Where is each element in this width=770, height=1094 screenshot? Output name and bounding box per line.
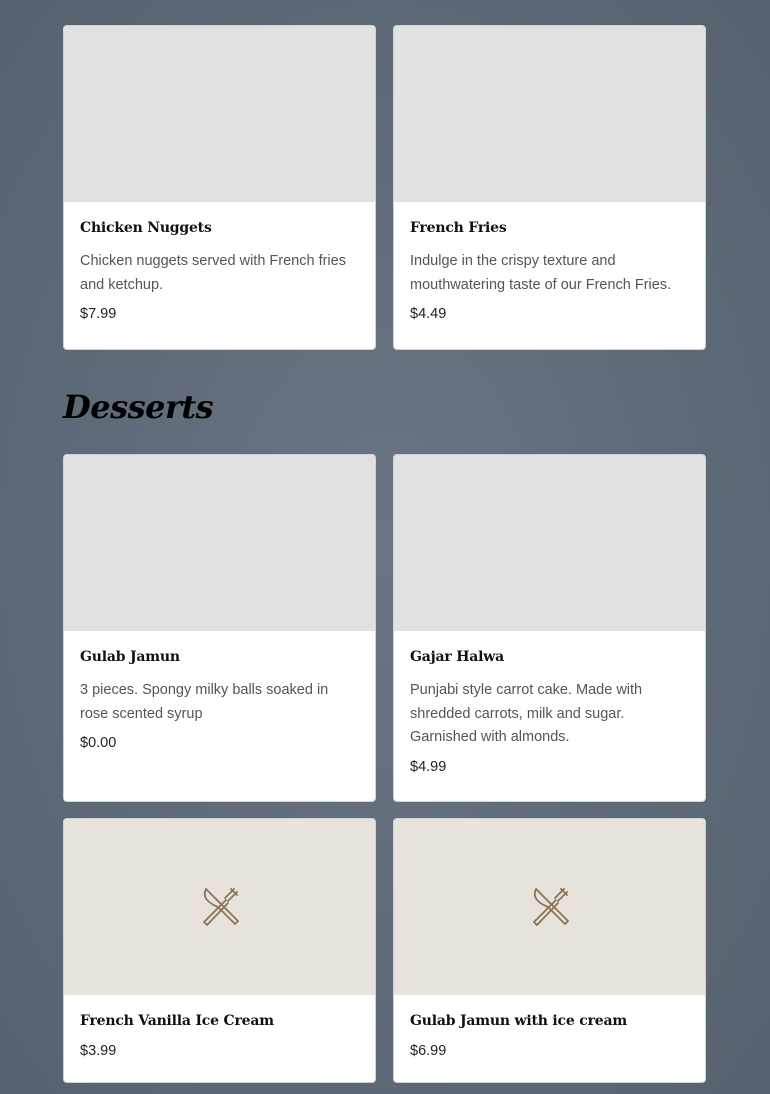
item-image [394,26,705,202]
item-price: $4.49 [410,306,447,322]
item-name: Gulab Jamun [80,649,180,665]
item-name: Gulab Jamun with ice cream [410,1013,627,1029]
menu-item-card[interactable]: French Fries Indulge in the crispy textu… [393,25,706,350]
item-image-placeholder [394,819,705,995]
section-title: Desserts [63,388,214,426]
menu-item-card[interactable]: Chicken Nuggets Chicken nuggets served w… [63,25,376,350]
menu-item-card[interactable]: Gajar Halwa Punjabi style carrot cake. M… [393,454,706,802]
fork-knife-icon [202,888,239,926]
item-price: $3.99 [80,1043,117,1059]
item-price: $6.99 [410,1043,447,1059]
item-price: $0.00 [80,735,117,751]
item-price: $7.99 [80,306,117,322]
item-image [64,455,375,631]
item-description: Punjabi style carrot cake. Made with shr… [410,682,643,745]
menu-item-card[interactable]: French Vanilla Ice Cream $3.99 [63,818,376,1083]
item-name: French Vanilla Ice Cream [80,1013,274,1029]
item-description: 3 pieces. Spongy milky balls soaked in r… [80,682,329,722]
menu-item-card[interactable]: Gulab Jamun 3 pieces. Spongy milky balls… [63,454,376,802]
item-description: Indulge in the crispy texture and mouthw… [410,253,672,293]
item-description: Chicken nuggets served with French fries… [80,253,346,293]
item-name: Gajar Halwa [410,649,504,665]
item-name: Chicken Nuggets [80,220,212,236]
menu-item-card[interactable]: Gulab Jamun with ice cream $6.99 [393,818,706,1083]
item-image [64,26,375,202]
item-price: $4.99 [410,758,447,775]
item-image [394,455,705,631]
fork-knife-icon [532,888,569,926]
item-image-placeholder [64,819,375,995]
item-name: French Fries [410,220,507,236]
